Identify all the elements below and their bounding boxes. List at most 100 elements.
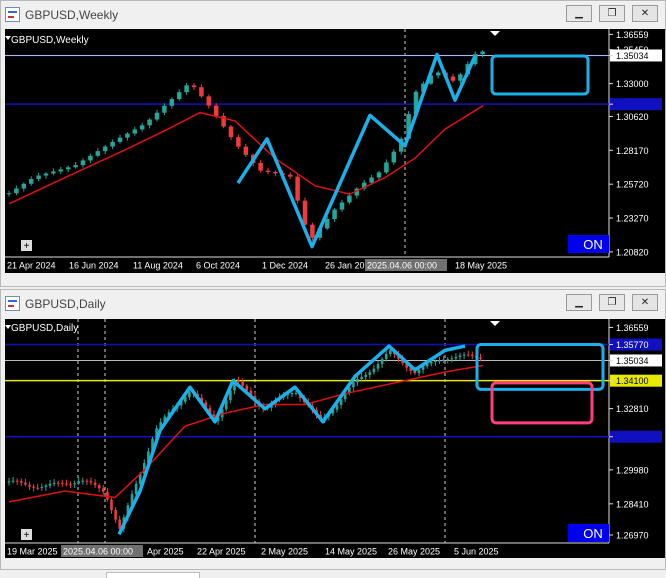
candle-body: [139, 125, 145, 130]
weekly-chart-canvas[interactable]: GBPUSD,Weekly 1.365591.354501.350341.330…: [5, 29, 665, 273]
time-axis-label: 2025.04.06 00:00: [367, 261, 437, 271]
crosshair-plus-glyph: +: [24, 530, 30, 541]
candle-body: [480, 51, 485, 55]
candle-body: [243, 146, 249, 155]
candle-body: [44, 485, 48, 487]
price-axis-label: 1.30620: [616, 112, 649, 122]
minimize-button[interactable]: ▁: [566, 5, 592, 22]
candle-body: [65, 167, 71, 170]
candle-body: [32, 486, 35, 488]
candle-body: [176, 92, 182, 100]
chart-window-icon: [5, 7, 20, 22]
candle-body: [73, 483, 76, 485]
candle-body: [43, 173, 49, 176]
candle-body: [85, 480, 89, 482]
weekly-chart-label: GBPUSD,Weekly: [11, 35, 89, 46]
candle-body: [479, 357, 482, 359]
candle-body: [40, 486, 44, 488]
candle-body: [384, 162, 389, 173]
price-axis-label: 1.28170: [616, 146, 649, 156]
candle-body: [458, 74, 463, 81]
candle-body: [15, 480, 19, 482]
restore-button[interactable]: ❐: [599, 294, 625, 311]
candle-body: [132, 129, 138, 134]
time-axis-label: 26 May 2025: [388, 547, 440, 557]
candle-body: [206, 96, 212, 106]
candle-body: [442, 359, 445, 361]
candle-body: [117, 137, 123, 142]
close-button[interactable]: ✕: [632, 294, 658, 311]
candle-body: [110, 141, 115, 147]
daily-chart-window: GBPUSD,Daily ▁ ❐ ✕ GBPUSD,Daily 1.36559 1…: [0, 289, 666, 570]
time-axis-label: 1 Dec 2024: [262, 261, 308, 271]
candle-body: [125, 133, 130, 138]
time-axis-label: 16 Jun 2024: [69, 261, 119, 271]
candle-body: [295, 176, 300, 201]
candle-body: [438, 360, 441, 362]
candle-body: [347, 195, 352, 203]
candle-body: [228, 126, 234, 138]
candle-body: [273, 171, 278, 174]
candle-body: [24, 482, 27, 485]
candle-body: [380, 358, 384, 365]
time-axis-label: 2 May 2025: [261, 547, 308, 557]
candle-body: [21, 183, 27, 189]
candle-body: [36, 487, 39, 489]
daily-window-title: GBPUSD,Daily: [25, 297, 106, 311]
candle-body: [48, 483, 52, 486]
candle-body: [65, 483, 68, 485]
candle-body: [110, 499, 113, 511]
candle-body: [454, 356, 458, 359]
time-axis-label: Apr 2025: [147, 547, 184, 557]
daily-titlebar[interactable]: GBPUSD,Daily ▁ ❐ ✕: [1, 290, 665, 318]
candle-body: [376, 172, 382, 178]
candle-body: [81, 480, 85, 482]
candle-body: [434, 361, 437, 363]
candle-body: [147, 119, 152, 126]
time-axis-label: 26 Jan 20: [325, 261, 365, 271]
price-axis-label: 1.28410: [616, 499, 649, 509]
active-chart-tab[interactable]: [106, 572, 200, 578]
time-axis-label: 11 Aug 2024: [133, 261, 183, 271]
candle-body: [339, 202, 345, 210]
candle-body: [368, 372, 372, 375]
candle-body: [77, 481, 80, 484]
candle-body: [80, 160, 86, 166]
candle-body: [28, 179, 34, 184]
price-axis-label: 1.31510: [616, 100, 649, 110]
daily-chart-canvas[interactable]: GBPUSD,Daily 1.36559 1.35770 1.35034 1.3410…: [5, 319, 665, 558]
candle-body: [95, 151, 101, 156]
time-axis-label: 5 Jun 2025: [454, 547, 499, 557]
close-button[interactable]: ✕: [632, 5, 658, 22]
candle-body: [364, 374, 367, 377]
chart-background: [5, 319, 665, 558]
candle-body: [332, 209, 337, 219]
candle-body: [162, 105, 167, 113]
candle-body: [458, 355, 462, 357]
candle-body: [36, 175, 41, 180]
candle-body: [450, 358, 454, 360]
candle-body: [302, 200, 308, 225]
time-axis-label: 18 May 2025: [455, 261, 507, 271]
time-axis-label: 2025.04.06 00:00: [63, 547, 133, 557]
restore-button[interactable]: ❐: [599, 5, 625, 22]
price-axis-label: 1.34100: [616, 376, 649, 386]
candle-body: [471, 354, 474, 356]
candle-body: [56, 482, 60, 484]
candle-body: [237, 380, 240, 382]
candle-body: [14, 188, 19, 194]
price-axis-label: 1.33000: [616, 79, 649, 89]
price-axis-label: 1.32810: [616, 404, 649, 414]
candle-body: [258, 163, 263, 171]
bottom-tab-strip: [0, 570, 666, 578]
time-axis-label: 19 Mar 2025: [7, 547, 58, 557]
candle-body: [58, 169, 64, 172]
candle-body: [52, 482, 56, 484]
candle-body: [169, 99, 175, 106]
candle-body: [51, 171, 56, 174]
candle-body: [446, 359, 449, 361]
weekly-chart-window: GBPUSD,Weekly ▁ ❐ ✕ GBPUSD,Weekly 1.3655…: [0, 0, 666, 287]
minimize-button[interactable]: ▁: [566, 294, 592, 311]
candle-body: [389, 350, 392, 355]
weekly-titlebar[interactable]: GBPUSD,Weekly ▁ ❐ ✕: [1, 1, 665, 29]
